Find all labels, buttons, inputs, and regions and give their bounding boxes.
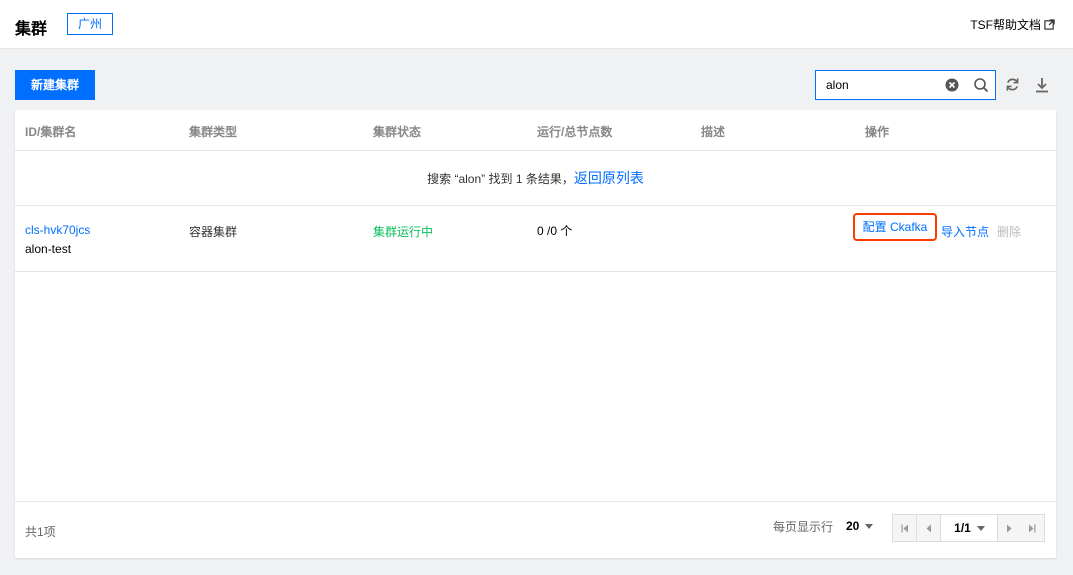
- page-indicator[interactable]: 1/1: [942, 515, 997, 541]
- column-header-id: ID/集群名: [25, 125, 77, 139]
- cluster-id-link[interactable]: cls-hvk70jcs: [25, 223, 90, 237]
- cluster-table-panel: ID/集群名 集群类型 集群状态 运行/总节点数 描述 操作 搜索 “alon”…: [15, 110, 1056, 558]
- new-cluster-button[interactable]: 新建集群: [15, 70, 95, 100]
- search-result-notice: 搜索 “alon” 找到 1 条结果，返回原列表: [15, 151, 1056, 206]
- column-header-actions: 操作: [865, 125, 890, 139]
- delete-link[interactable]: 删除: [997, 223, 1021, 240]
- clear-icon[interactable]: [945, 78, 959, 92]
- search-result-text: 搜索 “alon” 找到 1 条结果，: [427, 172, 574, 186]
- table-header: ID/集群名 集群类型 集群状态 运行/总节点数 描述 操作: [15, 110, 1056, 151]
- page-title: 集群: [15, 21, 48, 38]
- first-page-button[interactable]: [893, 515, 917, 541]
- search-box: [815, 70, 996, 100]
- chevron-down-icon: [976, 525, 985, 531]
- next-page-button[interactable]: [997, 515, 1021, 541]
- search-input[interactable]: [816, 71, 941, 99]
- column-header-status: 集群状态: [373, 125, 422, 139]
- cluster-type: 容器集群: [189, 225, 238, 239]
- prev-page-icon: [926, 524, 931, 532]
- configure-ckafka-button[interactable]: 配置 Ckafka: [853, 213, 937, 241]
- external-link-icon: [1044, 19, 1055, 30]
- per-page-select[interactable]: 20: [846, 517, 874, 535]
- page-indicator-label: 1/1: [954, 521, 971, 535]
- region-selector[interactable]: 广州: [67, 13, 113, 35]
- help-docs-label: TSF帮助文档: [970, 18, 1041, 32]
- last-page-button[interactable]: [1020, 515, 1044, 541]
- per-page-label: 每页显示行: [773, 520, 834, 534]
- chevron-down-icon: [865, 523, 874, 529]
- cluster-status: 集群运行中: [373, 225, 434, 239]
- help-docs-link[interactable]: TSF帮助文档: [970, 16, 1055, 33]
- per-page-value: 20: [846, 519, 860, 533]
- next-page-icon: [1007, 524, 1012, 532]
- node-count: 0 /0 个: [537, 224, 573, 238]
- search-icon[interactable]: [973, 77, 989, 93]
- first-page-icon: [901, 524, 908, 532]
- cluster-name: alon-test: [25, 242, 72, 256]
- import-nodes-link[interactable]: 导入节点: [941, 223, 989, 240]
- download-icon[interactable]: [1035, 77, 1049, 93]
- pagination: 1/1: [892, 514, 1045, 542]
- column-header-type: 集群类型: [189, 125, 238, 139]
- refresh-icon[interactable]: [1005, 77, 1020, 92]
- table-footer: 共1项 每页显示行 20 1/1: [15, 501, 1056, 558]
- total-count: 共1项: [25, 525, 56, 539]
- table-row: cls-hvk70jcs alon-test 容器集群 集群运行中 0 /0 个…: [15, 206, 1056, 272]
- column-header-description: 描述: [701, 125, 726, 139]
- last-page-icon: [1029, 524, 1036, 532]
- page-header: 集群 广州 TSF帮助文档: [0, 0, 1073, 49]
- prev-page-button[interactable]: [917, 515, 941, 541]
- column-header-nodes: 运行/总节点数: [537, 125, 613, 139]
- back-to-list-link[interactable]: 返回原列表: [574, 170, 644, 186]
